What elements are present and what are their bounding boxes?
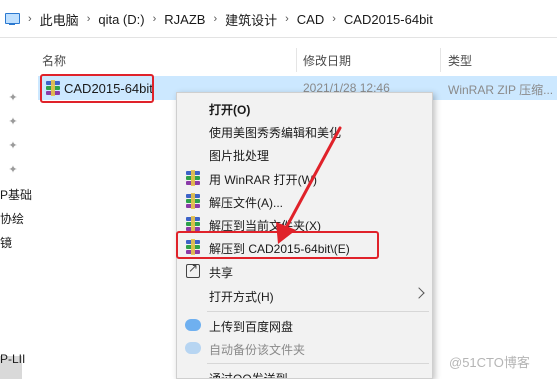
- breadcrumb-this-pc[interactable]: 此电脑: [40, 10, 79, 29]
- address-bar[interactable]: › 此电脑 › qita (D:) › RJAZB › 建筑设计 › CAD ›…: [0, 0, 557, 38]
- annotation-highlight-box: [40, 74, 154, 103]
- menu-item-open-with[interactable]: 打开方式(H): [177, 284, 432, 307]
- menu-item-label: 打开(O): [209, 103, 251, 117]
- menu-item-meitu-edit[interactable]: 使用美图秀秀编辑和美化: [177, 120, 432, 143]
- menu-item-label: 共享: [209, 266, 234, 280]
- pin-icon[interactable]: ✦: [7, 140, 19, 152]
- cloud-icon: [185, 342, 201, 354]
- menu-item-open-with-winrar[interactable]: 用 WinRAR 打开(W): [177, 167, 432, 190]
- menu-item-label: 图片批处理: [209, 149, 270, 163]
- chevron-right-icon: ›: [28, 13, 32, 25]
- menu-item-share[interactable]: 共享: [177, 260, 432, 283]
- menu-item-label: 解压文件(A)...: [209, 196, 283, 210]
- cloud-icon: [185, 319, 201, 331]
- breadcrumb-rjazb[interactable]: RJAZB: [164, 12, 205, 27]
- menu-item-label: 用 WinRAR 打开(W): [209, 173, 317, 187]
- column-header-name[interactable]: 名称: [42, 52, 66, 69]
- menu-item-label: 使用美图秀秀编辑和美化: [209, 126, 342, 140]
- menu-item-extract-files[interactable]: 解压文件(A)...: [177, 190, 432, 213]
- menu-item-label: 打开方式(H): [209, 290, 274, 304]
- column-divider[interactable]: [296, 48, 297, 72]
- chevron-right-icon: ›: [86, 13, 91, 25]
- breadcrumb-building-design[interactable]: 建筑设计: [225, 10, 277, 29]
- pin-icon[interactable]: ✦: [7, 164, 19, 176]
- menu-item-send-via-qq[interactable]: 通过QQ发送到: [177, 366, 432, 379]
- nav-item[interactable]: 镜: [0, 234, 12, 251]
- breadcrumb-drive[interactable]: qita (D:): [98, 12, 144, 27]
- menu-item-open[interactable]: 打开(O): [177, 97, 432, 120]
- file-type: WinRAR ZIP 压缩...: [448, 83, 554, 97]
- winrar-icon: [185, 170, 201, 186]
- annotation-highlight-box: [176, 231, 379, 259]
- computer-icon: [4, 11, 20, 27]
- chevron-right-icon: ›: [285, 13, 289, 25]
- watermark: @51CTO博客: [449, 355, 530, 370]
- pin-icon[interactable]: ✦: [7, 116, 19, 128]
- menu-item-label: 自动备份该文件夹: [209, 343, 306, 357]
- column-header-modified[interactable]: 修改日期: [303, 52, 351, 69]
- navigation-pane: ✦ ✦ ✦ ✦ P基础 协绘 镜 P-LII: [0, 38, 32, 379]
- column-header-type[interactable]: 类型: [448, 52, 472, 69]
- chevron-right-icon: ›: [152, 13, 157, 25]
- breadcrumb-cad[interactable]: CAD: [297, 12, 324, 27]
- breadcrumb-current-folder[interactable]: CAD2015-64bit: [344, 12, 433, 27]
- menu-item-upload-baidu[interactable]: 上传到百度网盘: [177, 314, 432, 337]
- chevron-right-icon: [413, 287, 425, 299]
- nav-item[interactable]: P基础: [0, 186, 32, 203]
- nav-item[interactable]: 协绘: [0, 210, 24, 227]
- nav-item[interactable]: P-LII: [0, 352, 25, 366]
- menu-item-batch-images[interactable]: 图片批处理: [177, 143, 432, 166]
- column-headers: 名称 修改日期 类型: [30, 38, 557, 76]
- menu-divider: [207, 363, 429, 364]
- winrar-icon: [185, 216, 201, 232]
- menu-item-label: 上传到百度网盘: [209, 320, 294, 334]
- winrar-icon: [185, 193, 201, 209]
- column-divider[interactable]: [440, 48, 441, 72]
- menu-item-label: 通过QQ发送到: [209, 372, 288, 379]
- chevron-right-icon: ›: [213, 13, 218, 25]
- pin-icon[interactable]: ✦: [7, 92, 19, 104]
- menu-divider: [207, 311, 429, 312]
- chevron-right-icon: ›: [332, 13, 336, 25]
- menu-item-auto-backup[interactable]: 自动备份该文件夹: [177, 337, 432, 360]
- share-icon: [186, 261, 200, 278]
